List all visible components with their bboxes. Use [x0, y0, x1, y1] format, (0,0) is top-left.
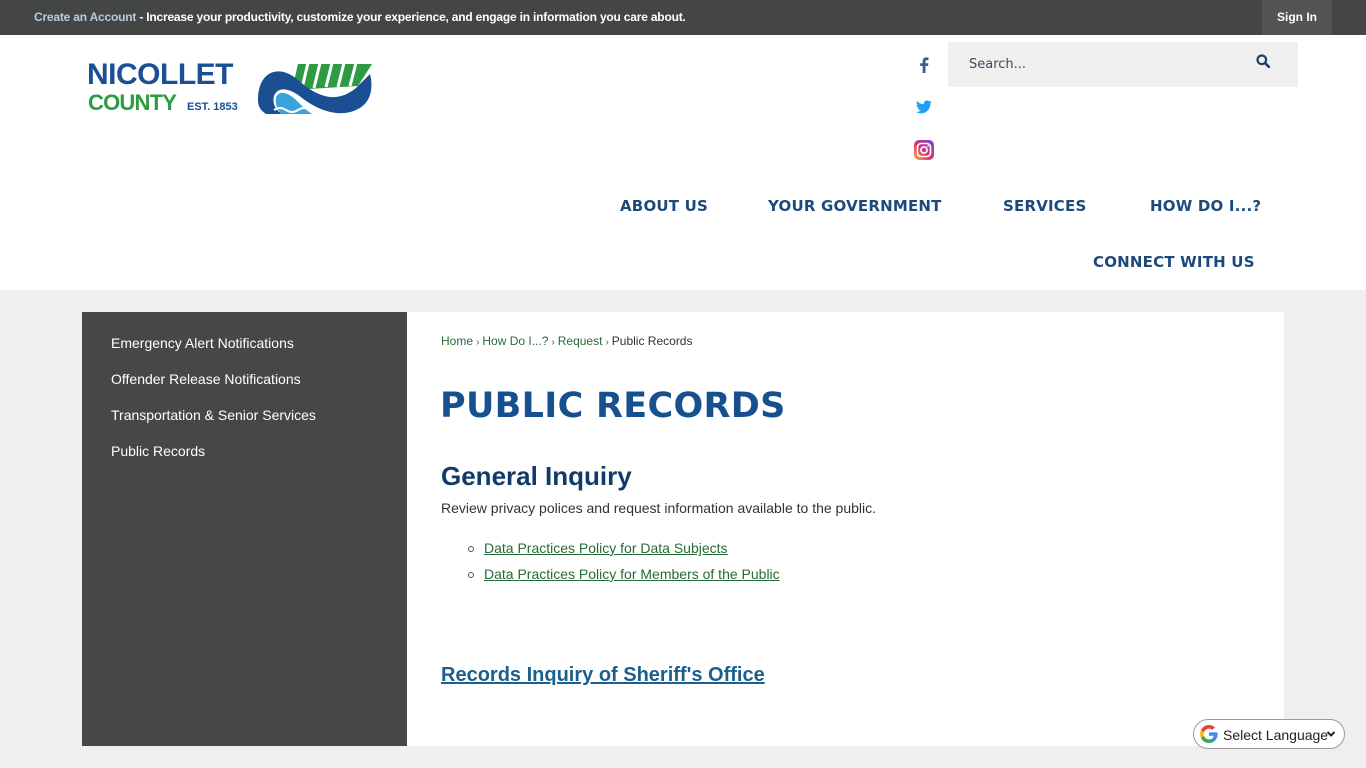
create-account-link[interactable]: Create an Account: [34, 10, 136, 24]
language-select-label: Select Language: [1223, 727, 1329, 743]
sidebar-item-emergency-alert-notifications[interactable]: Emergency Alert Notifications: [111, 335, 294, 351]
nav-your-government[interactable]: YOUR GOVERNMENT: [768, 197, 942, 215]
section-heading: General Inquiry: [441, 461, 632, 491]
breadcrumb-request[interactable]: Request: [558, 334, 603, 348]
sidebar-item-offender-release-notifications[interactable]: Offender Release Notifications: [111, 371, 301, 387]
page-title: PUBLIC RECORDS: [440, 386, 786, 426]
breadcrumb-separator: ›: [551, 337, 555, 348]
chevron-down-icon: [1326, 731, 1336, 737]
list-item: Data Practices Policy for Members of the…: [467, 566, 780, 592]
logo-text-nicollet: NICOLLET: [87, 58, 234, 91]
facebook-icon: [920, 57, 929, 73]
instagram-icon: [914, 140, 934, 160]
breadcrumb-current: Public Records: [611, 334, 693, 348]
county-logo[interactable]: NICOLLET COUNTY EST. 1853: [87, 60, 377, 118]
search-input[interactable]: [948, 42, 1248, 87]
site-header: NICOLLET COUNTY EST. 1853 Search... ABOU…: [0, 35, 1366, 290]
twitter-icon: [916, 100, 932, 114]
search-icon: [1256, 54, 1271, 69]
nav-connect-with-us[interactable]: CONNECT WITH US: [1093, 253, 1255, 271]
breadcrumb-how-do-i[interactable]: How Do I...?: [482, 334, 548, 348]
search-button[interactable]: [1256, 54, 1278, 76]
breadcrumb-separator: ›: [605, 337, 609, 348]
top-announcement-bar: Create an Account - Increase your produc…: [0, 0, 1366, 35]
sidebar-item-public-records[interactable]: Public Records: [111, 443, 205, 459]
section-description: Review privacy polices and request infor…: [441, 500, 877, 516]
logo-text-established: EST. 1853: [187, 101, 238, 113]
members-of-public-policy-link[interactable]: Data Practices Policy for Members of the…: [484, 566, 780, 582]
logo-emblem-icon: [258, 62, 372, 114]
announcement-text: - Increase your productivity, customize …: [136, 10, 686, 24]
sidebar-subnav: Emergency Alert Notifications Offender R…: [82, 312, 407, 746]
list-item: Data Practices Policy for Data Subjects: [467, 540, 780, 566]
facebook-link[interactable]: [912, 53, 936, 77]
nav-about-us[interactable]: ABOUT US: [620, 197, 708, 215]
sign-in-button[interactable]: Sign In: [1262, 0, 1332, 35]
breadcrumb-home[interactable]: Home: [441, 334, 473, 348]
twitter-link[interactable]: [912, 95, 936, 119]
google-icon: [1200, 725, 1218, 743]
breadcrumb-separator: ›: [476, 337, 480, 348]
main-content: Home › How Do I...? › Request › Public Records…: [407, 312, 1284, 746]
nav-how-do-i[interactable]: HOW DO I...?: [1150, 197, 1261, 215]
nav-services[interactable]: SERVICES: [1003, 197, 1086, 215]
sidebar-item-transportation-senior-services[interactable]: Transportation & Senior Services: [111, 407, 316, 423]
data-subjects-policy-link[interactable]: Data Practices Policy for Data Subjects: [484, 540, 728, 556]
logo-text-county: COUNTY: [88, 90, 177, 115]
breadcrumb: Home › How Do I...? › Request › Public Records: [441, 334, 692, 348]
search-bar: [948, 42, 1298, 87]
instagram-link[interactable]: [912, 138, 936, 162]
policy-links-list: Data Practices Policy for Data Subjects …: [467, 540, 780, 592]
language-select[interactable]: Select Language: [1193, 719, 1345, 749]
sheriff-records-inquiry-link[interactable]: Records Inquiry of Sheriff's Office: [441, 664, 765, 687]
announcement-message: Create an Account - Increase your produc…: [34, 10, 686, 24]
